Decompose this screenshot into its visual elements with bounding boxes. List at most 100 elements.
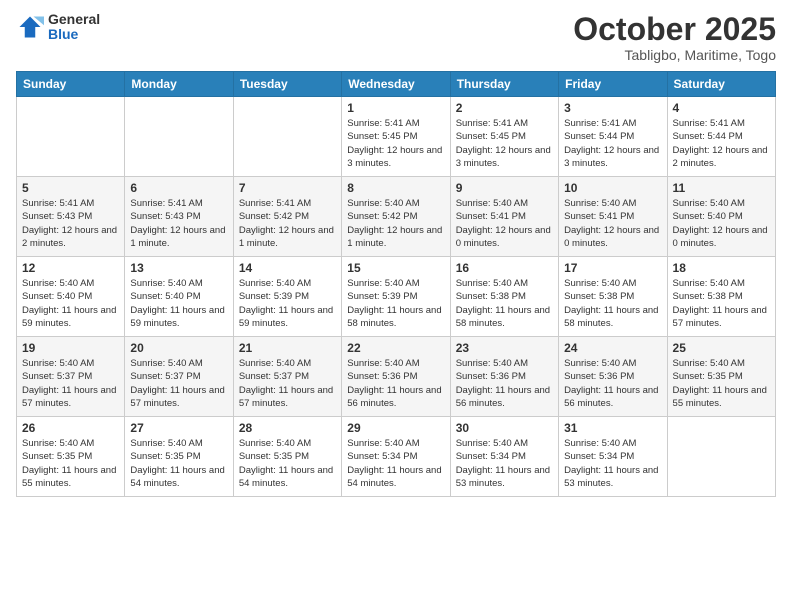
day-info: Sunrise: 5:40 AM Sunset: 5:34 PM Dayligh…: [564, 437, 661, 490]
day-info: Sunrise: 5:40 AM Sunset: 5:38 PM Dayligh…: [564, 277, 661, 330]
logo-general-text: General: [48, 12, 100, 27]
day-cell: 6 Sunrise: 5:41 AM Sunset: 5:43 PM Daylig…: [125, 177, 233, 257]
day-info: Sunrise: 5:40 AM Sunset: 5:37 PM Dayligh…: [239, 357, 336, 410]
day-cell: [667, 417, 775, 497]
day-number: 6: [130, 181, 227, 195]
header-wednesday: Wednesday: [342, 72, 450, 97]
day-info: Sunrise: 5:40 AM Sunset: 5:36 PM Dayligh…: [564, 357, 661, 410]
title-area: October 2025 Tabligbo, Maritime, Togo: [573, 12, 776, 63]
day-info: Sunrise: 5:41 AM Sunset: 5:42 PM Dayligh…: [239, 197, 336, 250]
day-cell: 31 Sunrise: 5:40 AM Sunset: 5:34 PM Dayli…: [559, 417, 667, 497]
day-info: Sunrise: 5:40 AM Sunset: 5:35 PM Dayligh…: [673, 357, 770, 410]
day-number: 19: [22, 341, 119, 355]
day-info: Sunrise: 5:40 AM Sunset: 5:35 PM Dayligh…: [130, 437, 227, 490]
month-title: October 2025: [573, 12, 776, 47]
day-info: Sunrise: 5:40 AM Sunset: 5:38 PM Dayligh…: [456, 277, 553, 330]
day-info: Sunrise: 5:41 AM Sunset: 5:44 PM Dayligh…: [564, 117, 661, 170]
header-friday: Friday: [559, 72, 667, 97]
day-info: Sunrise: 5:40 AM Sunset: 5:34 PM Dayligh…: [456, 437, 553, 490]
header: General Blue October 2025 Tabligbo, Mari…: [16, 12, 776, 63]
day-number: 5: [22, 181, 119, 195]
day-number: 28: [239, 421, 336, 435]
day-number: 14: [239, 261, 336, 275]
day-info: Sunrise: 5:40 AM Sunset: 5:38 PM Dayligh…: [673, 277, 770, 330]
header-saturday: Saturday: [667, 72, 775, 97]
logo: General Blue: [16, 12, 100, 43]
week-row-1: 5 Sunrise: 5:41 AM Sunset: 5:43 PM Daylig…: [17, 177, 776, 257]
day-info: Sunrise: 5:41 AM Sunset: 5:45 PM Dayligh…: [347, 117, 444, 170]
day-cell: 21 Sunrise: 5:40 AM Sunset: 5:37 PM Dayli…: [233, 337, 341, 417]
day-info: Sunrise: 5:40 AM Sunset: 5:40 PM Dayligh…: [22, 277, 119, 330]
day-cell: 15Sunrise: 5:40 AM Sunset: 5:39 PM Dayli…: [342, 257, 450, 337]
day-number: 24: [564, 341, 661, 355]
day-number: 23: [456, 341, 553, 355]
day-info: Sunrise: 5:41 AM Sunset: 5:45 PM Dayligh…: [456, 117, 553, 170]
day-cell: [233, 97, 341, 177]
day-cell: 19Sunrise: 5:40 AM Sunset: 5:37 PM Dayli…: [17, 337, 125, 417]
week-row-3: 19 Sunrise: 5:40 AM Sunset: 5:37 PM Dayli…: [17, 337, 776, 417]
day-number: 22: [347, 341, 444, 355]
day-cell: 9 Sunrise: 5:40 AM Sunset: 5:41 PM Daylig…: [450, 177, 558, 257]
header-thursday: Thursday: [450, 72, 558, 97]
day-number: 30: [456, 421, 553, 435]
day-info: Sunrise: 5:40 AM Sunset: 5:40 PM Dayligh…: [673, 197, 770, 250]
day-cell: 24 Sunrise: 5:40 AM Sunset: 5:36 PM Dayli…: [559, 337, 667, 417]
day-cell: 13Sunrise: 5:40 AM Sunset: 5:40 PM Dayli…: [125, 257, 233, 337]
weekday-row: Sunday Monday Tuesday Wednesday Thursday…: [17, 72, 776, 97]
day-cell: 1Sunrise: 5:41 AM Sunset: 5:45 PM Daylig…: [342, 97, 450, 177]
day-info: Sunrise: 5:41 AM Sunset: 5:43 PM Dayligh…: [130, 197, 227, 250]
day-number: 7: [239, 181, 336, 195]
day-info: Sunrise: 5:40 AM Sunset: 5:41 PM Dayligh…: [564, 197, 661, 250]
day-cell: 16Sunrise: 5:40 AM Sunset: 5:38 PM Dayli…: [450, 257, 558, 337]
logo-icon: [16, 13, 44, 41]
day-cell: 29Sunrise: 5:40 AM Sunset: 5:34 PM Dayli…: [342, 417, 450, 497]
header-monday: Monday: [125, 72, 233, 97]
day-info: Sunrise: 5:40 AM Sunset: 5:37 PM Dayligh…: [130, 357, 227, 410]
day-cell: 2Sunrise: 5:41 AM Sunset: 5:45 PM Daylig…: [450, 97, 558, 177]
day-cell: 5 Sunrise: 5:41 AM Sunset: 5:43 PM Daylig…: [17, 177, 125, 257]
day-cell: [125, 97, 233, 177]
day-number: 3: [564, 101, 661, 115]
week-row-2: 12 Sunrise: 5:40 AM Sunset: 5:40 PM Dayli…: [17, 257, 776, 337]
logo-blue-text: Blue: [48, 27, 100, 42]
day-cell: 18 Sunrise: 5:40 AM Sunset: 5:38 PM Dayli…: [667, 257, 775, 337]
day-info: Sunrise: 5:40 AM Sunset: 5:36 PM Dayligh…: [347, 357, 444, 410]
day-number: 8: [347, 181, 444, 195]
day-info: Sunrise: 5:40 AM Sunset: 5:35 PM Dayligh…: [22, 437, 119, 490]
day-info: Sunrise: 5:40 AM Sunset: 5:39 PM Dayligh…: [239, 277, 336, 330]
day-cell: [17, 97, 125, 177]
day-cell: 27Sunrise: 5:40 AM Sunset: 5:35 PM Dayli…: [125, 417, 233, 497]
week-row-0: 1Sunrise: 5:41 AM Sunset: 5:45 PM Daylig…: [17, 97, 776, 177]
page: General Blue October 2025 Tabligbo, Mari…: [0, 0, 792, 612]
header-sunday: Sunday: [17, 72, 125, 97]
day-cell: 10 Sunrise: 5:40 AM Sunset: 5:41 PM Dayli…: [559, 177, 667, 257]
day-number: 12: [22, 261, 119, 275]
day-info: Sunrise: 5:40 AM Sunset: 5:39 PM Dayligh…: [347, 277, 444, 330]
day-info: Sunrise: 5:40 AM Sunset: 5:41 PM Dayligh…: [456, 197, 553, 250]
day-info: Sunrise: 5:40 AM Sunset: 5:36 PM Dayligh…: [456, 357, 553, 410]
day-number: 10: [564, 181, 661, 195]
day-cell: 30 Sunrise: 5:40 AM Sunset: 5:34 PM Dayli…: [450, 417, 558, 497]
location: Tabligbo, Maritime, Togo: [573, 47, 776, 63]
day-number: 31: [564, 421, 661, 435]
logo-text: General Blue: [48, 12, 100, 43]
day-number: 13: [130, 261, 227, 275]
day-cell: 8Sunrise: 5:40 AM Sunset: 5:42 PM Daylig…: [342, 177, 450, 257]
day-number: 21: [239, 341, 336, 355]
day-cell: 26Sunrise: 5:40 AM Sunset: 5:35 PM Dayli…: [17, 417, 125, 497]
day-cell: 3 Sunrise: 5:41 AM Sunset: 5:44 PM Daylig…: [559, 97, 667, 177]
week-row-4: 26Sunrise: 5:40 AM Sunset: 5:35 PM Dayli…: [17, 417, 776, 497]
day-cell: 22 Sunrise: 5:40 AM Sunset: 5:36 PM Dayli…: [342, 337, 450, 417]
calendar-body: 1Sunrise: 5:41 AM Sunset: 5:45 PM Daylig…: [17, 97, 776, 497]
day-cell: 11 Sunrise: 5:40 AM Sunset: 5:40 PM Dayli…: [667, 177, 775, 257]
day-number: 9: [456, 181, 553, 195]
day-number: 25: [673, 341, 770, 355]
day-number: 18: [673, 261, 770, 275]
day-cell: 28Sunrise: 5:40 AM Sunset: 5:35 PM Dayli…: [233, 417, 341, 497]
day-number: 11: [673, 181, 770, 195]
calendar: Sunday Monday Tuesday Wednesday Thursday…: [16, 71, 776, 497]
day-number: 20: [130, 341, 227, 355]
day-cell: 25 Sunrise: 5:40 AM Sunset: 5:35 PM Dayli…: [667, 337, 775, 417]
day-info: Sunrise: 5:41 AM Sunset: 5:43 PM Dayligh…: [22, 197, 119, 250]
day-number: 4: [673, 101, 770, 115]
